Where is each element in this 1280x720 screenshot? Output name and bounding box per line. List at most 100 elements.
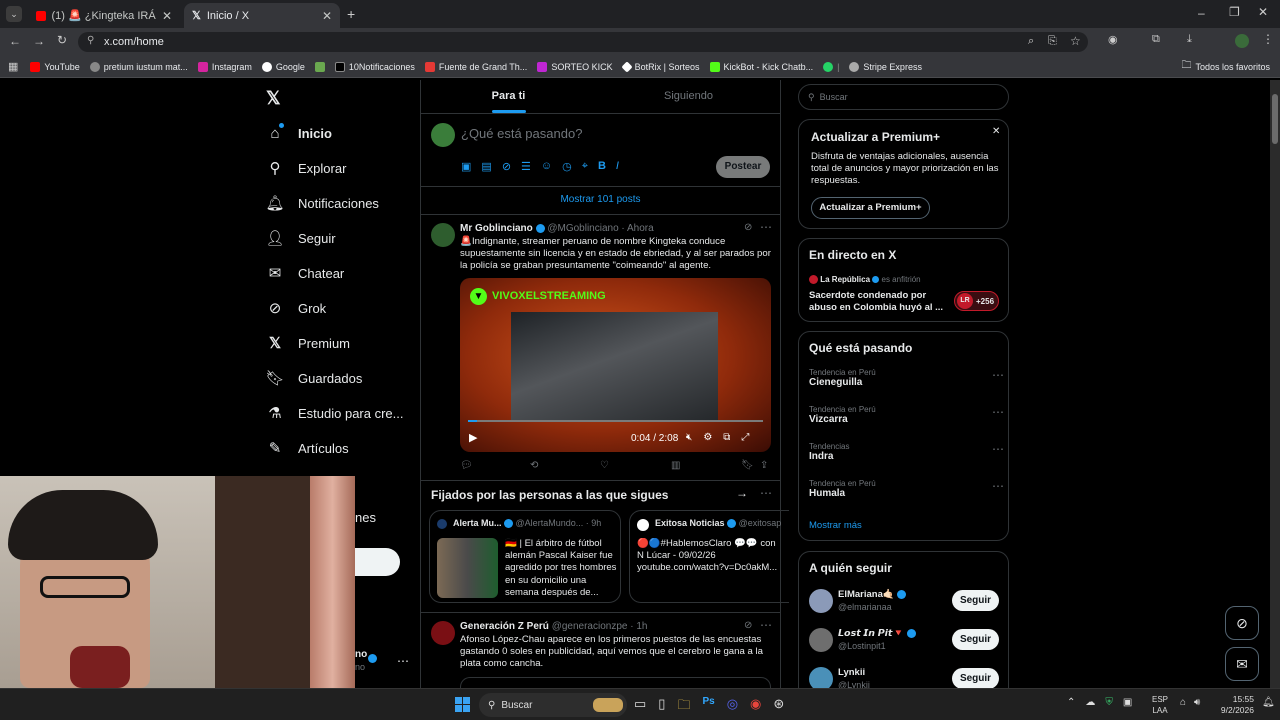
more-icon[interactable]: ⋯ xyxy=(992,479,1004,493)
follow-item[interactable]: ElMariana🤙🏻 @elmarianaa Seguir xyxy=(809,588,1004,616)
italic-icon[interactable]: I xyxy=(616,160,619,173)
grok-icon[interactable]: ⊘ xyxy=(744,222,752,233)
bookmark-sorteo-kick[interactable]: SORTEO KICK xyxy=(537,61,613,72)
bookmark-youtube[interactable]: YouTube xyxy=(30,61,80,72)
more-icon[interactable]: ⋯ xyxy=(992,442,1004,456)
profile-avatar[interactable] xyxy=(1235,34,1249,48)
grok-icon[interactable]: ⊘ xyxy=(744,620,752,631)
chevron-up-icon[interactable]: ⌃ xyxy=(1067,697,1075,708)
grok-float-button[interactable]: ⊘ xyxy=(1225,606,1259,640)
notification-bell-icon[interactable]: 🔔︎ xyxy=(1262,697,1275,708)
post-button-partial[interactable] xyxy=(355,548,400,576)
trend-item[interactable]: Tendencia en Perú Vizcarra ⋯ xyxy=(809,405,1004,425)
show-more-posts[interactable]: Mostrar 101 posts xyxy=(421,194,780,205)
bookmark-google[interactable]: Google xyxy=(261,61,305,72)
image-icon[interactable]: ▣ xyxy=(461,160,471,173)
follow-button[interactable]: Seguir xyxy=(952,590,999,611)
bookmark-instagram[interactable]: Instagram xyxy=(197,61,252,72)
reload-icon[interactable]: ↻ xyxy=(57,33,67,47)
browser-tab-youtube[interactable]: (1) 🚨 ¿Kingteka IRÁ a CANA? ✕ xyxy=(28,3,180,28)
nav-bookmarks[interactable]: 🔖︎ Guardados xyxy=(265,369,362,387)
install-icon[interactable]: ⎘ xyxy=(1048,35,1057,48)
settings-icon[interactable]: ⚙ xyxy=(703,432,712,443)
like-icon[interactable]: ♡ xyxy=(600,460,609,471)
bookmark-kickbot[interactable]: KickBot - Kick Chatb... xyxy=(709,61,813,72)
app-tray-icon[interactable]: ▣ xyxy=(1123,697,1132,708)
follow-button[interactable]: Seguir xyxy=(952,629,999,650)
author-handle[interactable]: @MGoblinciano · Ahora xyxy=(547,223,653,234)
gif-icon[interactable]: ▤ xyxy=(481,160,491,173)
premium-button[interactable]: Actualizar a Premium+ xyxy=(811,197,930,219)
discord-icon[interactable]: ◎ xyxy=(727,696,738,718)
bookmark-stripe[interactable]: Stripe Express xyxy=(849,61,922,72)
zoom-icon[interactable]: ⌕ xyxy=(1028,35,1034,48)
avatar[interactable] xyxy=(431,223,455,247)
nav-home[interactable]: ⌂ Inicio xyxy=(266,124,331,142)
nav-creator-studio[interactable]: ⚗ Estudio para cre... xyxy=(266,404,403,422)
poll-icon[interactable]: ☰ xyxy=(521,160,531,173)
bookmark-10notificaciones[interactable]: 10Notificaciones xyxy=(334,61,415,72)
cloud-icon[interactable]: ☁ xyxy=(1085,697,1095,708)
fullscreen-icon[interactable]: ⤢ xyxy=(741,432,749,443)
composer-input[interactable]: ¿Qué está pasando? xyxy=(461,126,582,141)
live-headline[interactable]: Sacerdote condenado por abuso en Colombi… xyxy=(809,290,944,314)
bookmark-gta[interactable]: Fuente de Grand Th... xyxy=(424,61,527,72)
windows-start-icon[interactable] xyxy=(455,697,470,712)
nav-grok[interactable]: ⊘ Grok xyxy=(266,299,326,317)
nav-chat[interactable]: ✉ Chatear xyxy=(266,264,345,282)
window-close-icon[interactable]: ✕ xyxy=(1258,5,1268,19)
bookmark-extension[interactable] xyxy=(314,61,325,72)
menu-icon[interactable]: ⋮ xyxy=(1262,32,1274,46)
minimize-icon[interactable]: – xyxy=(1198,6,1205,20)
bookmark-star-icon[interactable]: ☆ xyxy=(1070,34,1081,48)
browser-tab-x[interactable]: 𝕏 Inicio / X ✕ xyxy=(184,3,340,28)
video-player[interactable]: ▼ VIVOXELSTREAMING ▶ 0:04 / 2:08 🔇︎ ⚙ ⧉ … xyxy=(460,278,771,452)
tab-following[interactable]: Siguiendo xyxy=(596,90,781,102)
clock[interactable]: 15:55 9/2/2026 xyxy=(1214,694,1254,716)
obs-icon[interactable]: ⊛ xyxy=(773,696,784,718)
more-icon[interactable]: ⋯ xyxy=(760,486,772,500)
pinned-card[interactable]: Alerta Mu... @AlertaMundo... · 9h 🇩🇪 | E… xyxy=(429,510,621,603)
close-icon[interactable]: ✕ xyxy=(162,9,172,23)
emoji-icon[interactable]: ☺ xyxy=(541,160,552,173)
apps-icon[interactable]: ▦ xyxy=(8,60,18,73)
nav-notifications[interactable]: 🔔︎ Notificaciones xyxy=(265,194,378,212)
bookmark-whatsapp[interactable]: | xyxy=(823,61,839,72)
bookmark-botrix[interactable]: BotRix | Sorteos xyxy=(621,60,700,73)
pinned-card[interactable]: Exitosa Noticias @exitosap 🔴🔵#HablemosCl… xyxy=(629,510,789,603)
shield-icon[interactable]: ⛨ xyxy=(1105,697,1113,708)
new-tab-icon[interactable]: + xyxy=(347,6,355,22)
show-more-trends[interactable]: Mostrar más xyxy=(809,520,862,531)
trend-item[interactable]: Tendencias Indra ⋯ xyxy=(809,442,1004,462)
task-view-icon[interactable]: ▭ xyxy=(634,696,646,718)
scrollbar-thumb[interactable] xyxy=(1272,94,1278,144)
nav-premium[interactable]: 𝕏 Premium xyxy=(266,334,350,352)
bookmark-pretium[interactable]: pretium iustum mat... xyxy=(89,61,188,72)
play-icon[interactable]: ▶ xyxy=(469,431,477,444)
more-icon[interactable]: ⋯ xyxy=(992,405,1004,419)
taskbar-search[interactable]: ⚲ Buscar xyxy=(479,693,627,717)
address-bar[interactable]: ⚲ x.com/home ⌕ ⎘ ☆ xyxy=(78,32,1088,52)
nav-explore[interactable]: ⚲ Explorar xyxy=(266,159,347,177)
nav-more-partial[interactable]: nes xyxy=(355,510,376,525)
reply-icon[interactable]: 💬︎ xyxy=(460,460,473,471)
search-input[interactable]: ⚲ Buscar xyxy=(798,84,1009,110)
nav-articles[interactable]: ✎ Artículos xyxy=(266,439,349,457)
scrollbar[interactable] xyxy=(1270,80,1280,688)
language-indicator[interactable]: ESP LAA xyxy=(1152,694,1168,716)
more-icon[interactable]: ⋯ xyxy=(760,220,772,234)
profile-more-icon[interactable]: ⋯ xyxy=(397,654,409,668)
tab-search-chevron[interactable]: ⌄ xyxy=(6,6,22,22)
trend-item[interactable]: Tendencia en Perú Cieneguilla ⋯ xyxy=(809,368,1004,388)
extensions-icon[interactable]: ⧉ xyxy=(1152,33,1160,46)
close-icon[interactable]: ✕ xyxy=(322,9,332,23)
profile-name-partial[interactable]: no xyxy=(355,649,367,660)
mute-icon[interactable]: 🔇︎ xyxy=(686,432,692,443)
video-progress-track[interactable] xyxy=(468,420,763,422)
file-explorer-icon[interactable]: 🗀 xyxy=(677,696,690,718)
host-name[interactable]: La República xyxy=(820,275,870,284)
all-bookmarks[interactable]: 🗀 Todos los favoritos xyxy=(1181,58,1270,75)
back-icon[interactable]: ← xyxy=(9,34,21,48)
author-name[interactable]: Mr Goblinciano xyxy=(460,223,533,234)
schedule-icon[interactable]: ◷ xyxy=(562,160,572,173)
